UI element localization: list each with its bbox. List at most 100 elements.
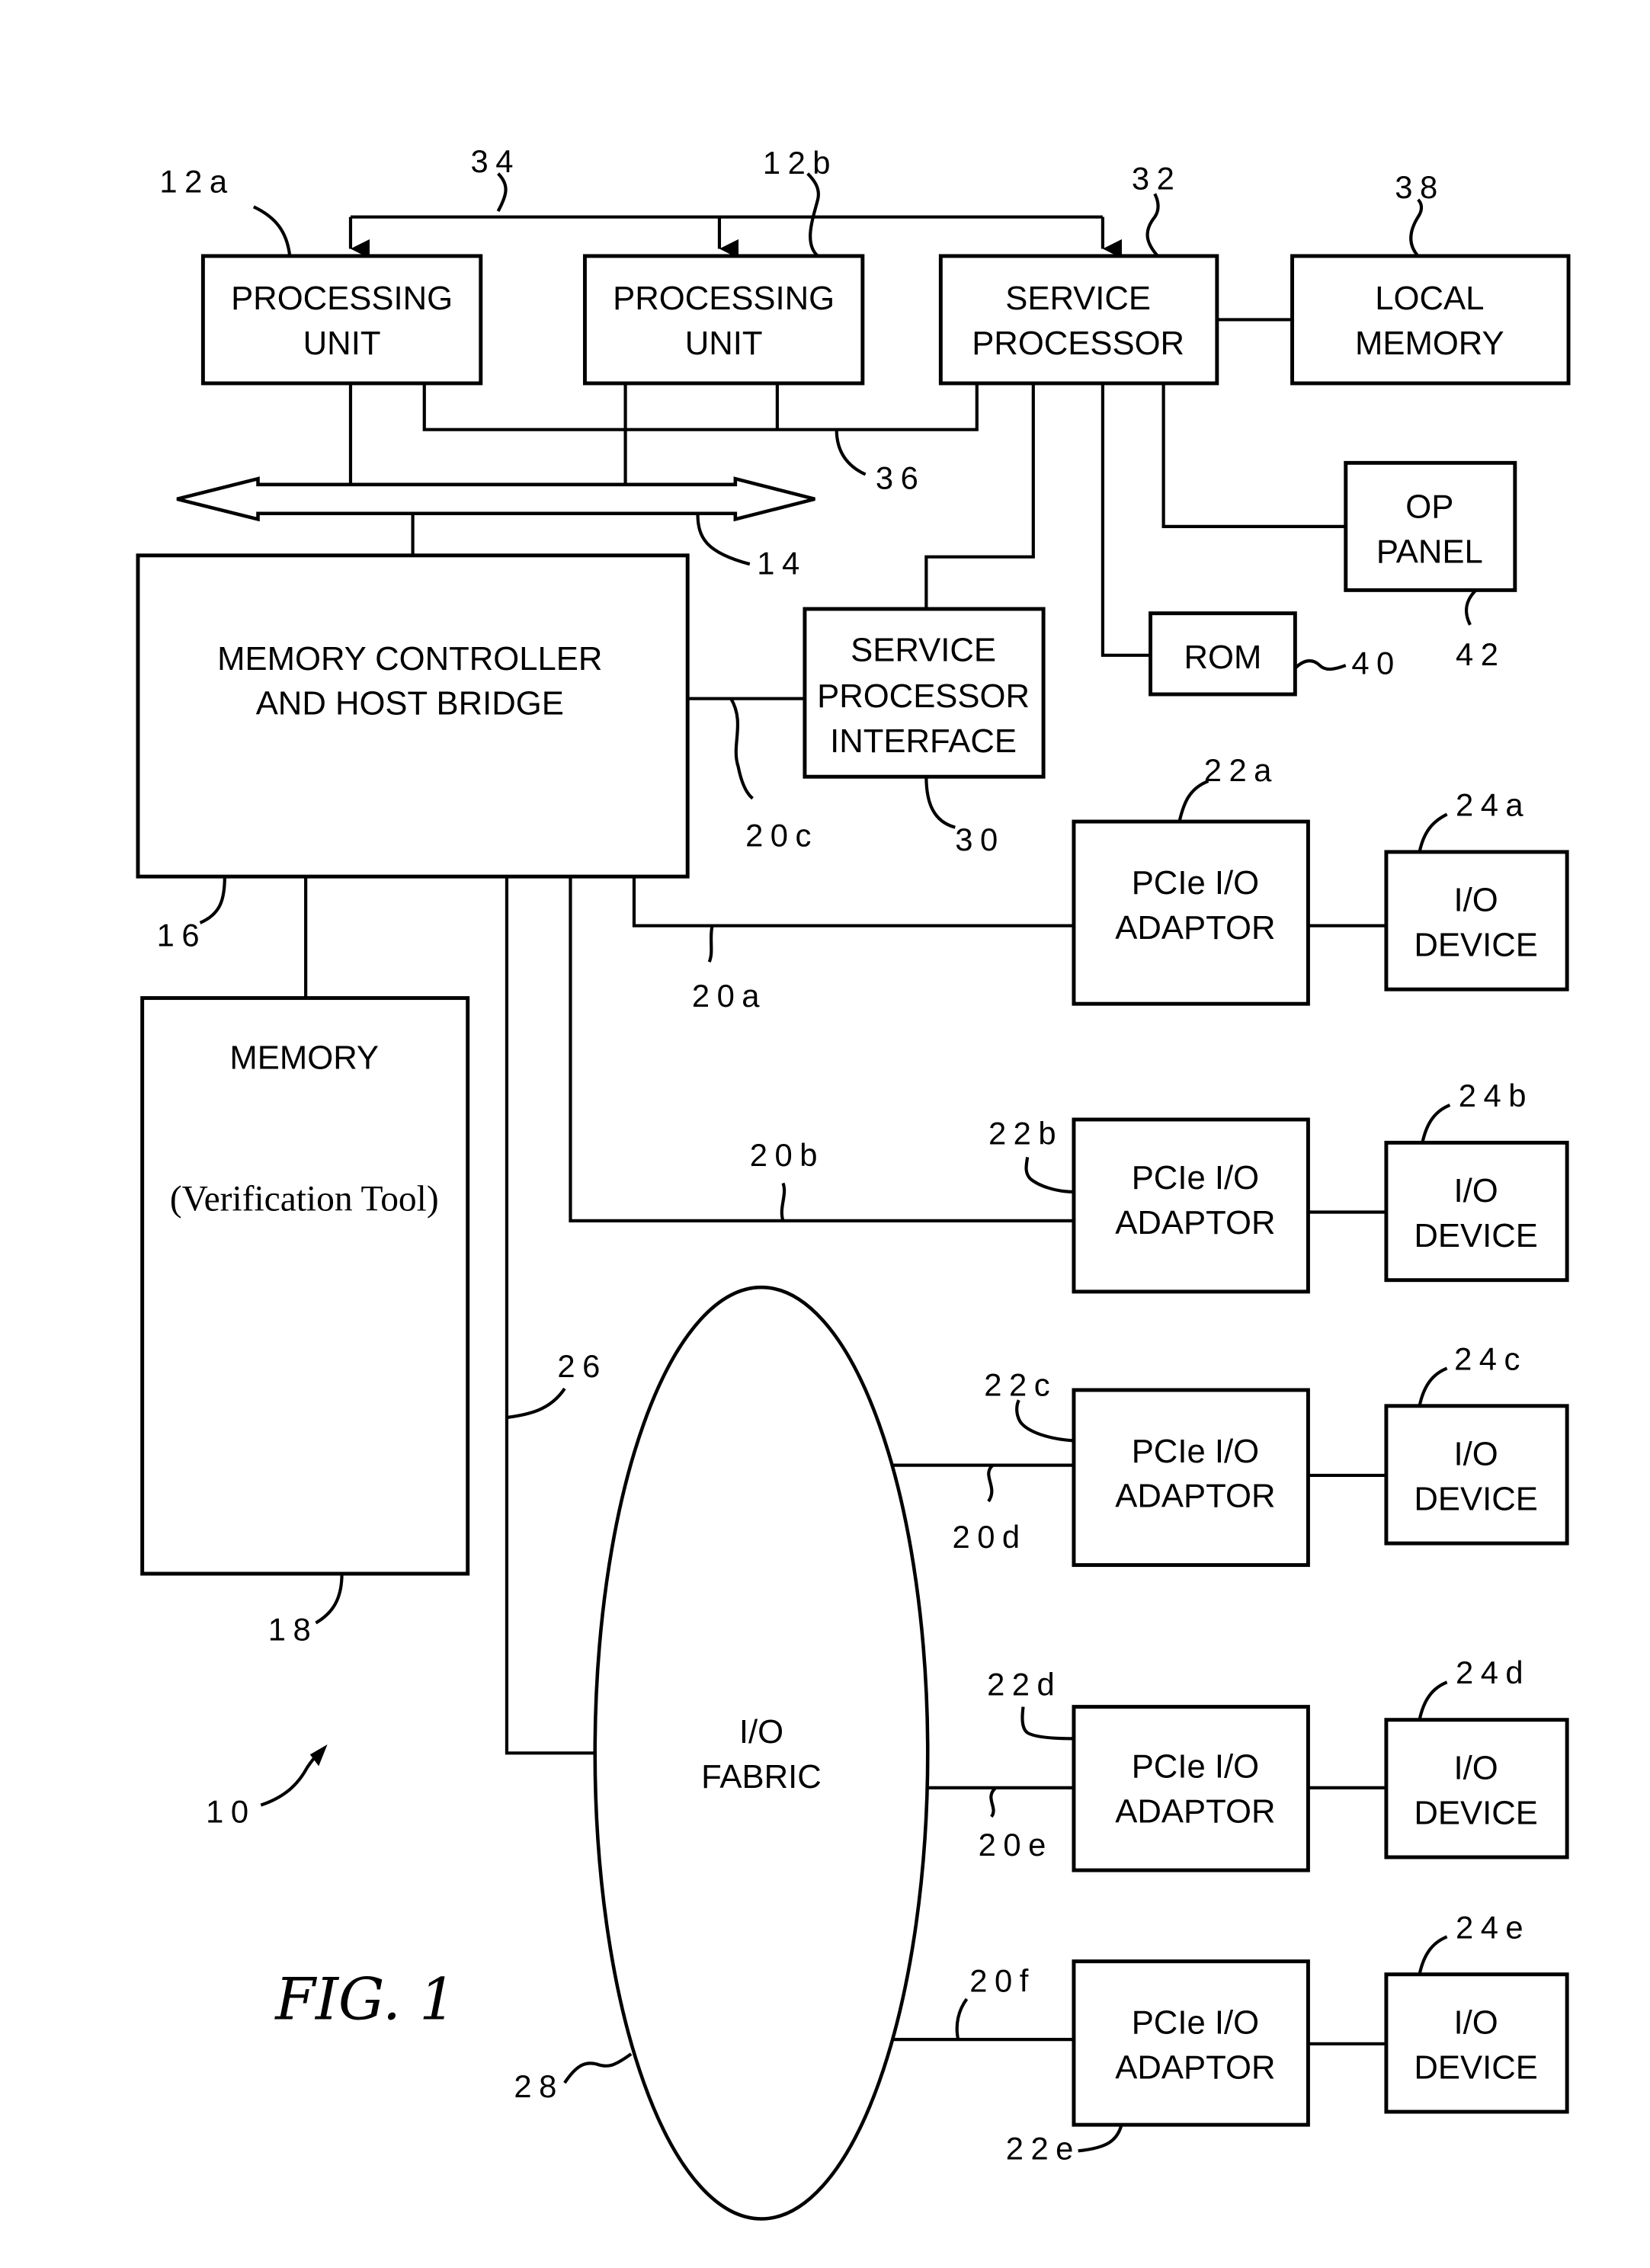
pcie-adaptor-22b[interactable]: PCIe I/O ADAPTOR 22b: [988, 1115, 1310, 1294]
link-20d: 20d: [892, 1463, 1074, 1555]
spi-line3: INTERFACE: [830, 722, 1017, 760]
memory-controller-host-bridge[interactable]: MEMORY CONTROLLER AND HOST BRIDGE 16: [136, 553, 690, 953]
ref-36: 36: [876, 460, 925, 496]
pu-a-line2: UNIT: [303, 325, 381, 362]
ref-26: 26: [557, 1348, 607, 1384]
ref-24b: 24b: [1459, 1078, 1533, 1113]
ref-14: 14: [757, 545, 806, 581]
io-device-24d[interactable]: I/O DEVICE 24d: [1384, 1655, 1569, 1860]
ref-20c: 20c: [745, 817, 819, 853]
adaptor-a-line1: PCIe I/O: [1132, 864, 1259, 902]
ref-20e: 20e: [979, 1827, 1053, 1863]
device-e-line2: DEVICE: [1414, 2049, 1537, 2086]
rom-label: ROM: [1184, 639, 1262, 676]
adaptor-c-line2: ADAPTOR: [1115, 1478, 1275, 1515]
adaptor-d-line1: PCIe I/O: [1132, 1748, 1259, 1786]
ref-20b: 20b: [750, 1137, 825, 1173]
ref-24e: 24e: [1456, 1909, 1530, 1945]
ref-20a: 20a: [692, 978, 767, 1014]
spi-line1: SERVICE: [851, 631, 996, 668]
adaptor-d-line2: ADAPTOR: [1115, 1792, 1275, 1830]
ref-12a: 12a: [159, 163, 234, 199]
ref-28: 28: [514, 2068, 563, 2104]
op-panel[interactable]: OP PANEL 42: [1344, 460, 1517, 672]
op-panel-line1: OP: [1405, 488, 1453, 525]
adaptor-b-line1: PCIe I/O: [1132, 1159, 1259, 1196]
op-panel-line2: PANEL: [1376, 533, 1483, 570]
ref-10: 10: [206, 1793, 255, 1829]
pcie-adaptor-22a[interactable]: PCIe I/O ADAPTOR 22a: [1072, 752, 1310, 1006]
ref-22e: 22e: [1006, 2131, 1081, 2167]
adaptor-row-c: PCIe I/O ADAPTOR 22c I/O DEVICE 24c: [984, 1341, 1569, 1568]
ref-22b: 22b: [988, 1115, 1063, 1151]
ref-30: 30: [955, 822, 1004, 857]
ref-22a: 22a: [1204, 752, 1279, 788]
ref-20f: 20f: [969, 1962, 1036, 1998]
ref-32: 32: [1132, 161, 1181, 197]
io-fabric-line1: I/O: [739, 1713, 783, 1751]
adaptor-c-line1: PCIe I/O: [1132, 1433, 1259, 1470]
device-d-line1: I/O: [1453, 1749, 1498, 1786]
device-a-line1: I/O: [1453, 882, 1498, 919]
adaptor-e-line1: PCIe I/O: [1132, 2004, 1259, 2042]
ref-22c: 22c: [984, 1367, 1057, 1403]
io-device-24a[interactable]: I/O DEVICE 24a: [1384, 786, 1569, 991]
local-memory-line2: MEMORY: [1355, 325, 1504, 362]
adaptor-row-d: PCIe I/O ADAPTOR 22d I/O DEVICE 24d: [987, 1655, 1569, 1872]
io-device-24c[interactable]: I/O DEVICE 24c: [1384, 1341, 1569, 1546]
link-20b: 20b: [569, 876, 1074, 1222]
verification-tool-label: (Verification Tool): [170, 1180, 439, 1219]
device-c-line1: I/O: [1453, 1436, 1498, 1473]
local-memory[interactable]: LOCAL MEMORY 38: [1290, 169, 1571, 386]
local-memory-line1: LOCAL: [1375, 280, 1484, 317]
sp-to-rom-link: [1101, 383, 1151, 657]
link-36: 36: [422, 383, 979, 496]
processing-unit-b[interactable]: PROCESSING UNIT 12b: [582, 145, 865, 386]
ref-42: 42: [1456, 636, 1505, 672]
io-device-24b[interactable]: I/O DEVICE 24b: [1384, 1078, 1569, 1283]
pcie-adaptor-22e[interactable]: PCIe I/O ADAPTOR 22e: [1006, 1959, 1310, 2167]
rom[interactable]: ROM 40: [1149, 611, 1402, 697]
device-e-line1: I/O: [1453, 2004, 1498, 2042]
ref-24a: 24a: [1456, 786, 1530, 822]
ref-10-arrowhead-icon: [309, 1744, 328, 1767]
bus-double-arrow: [176, 476, 815, 522]
pu-b-line1: PROCESSING: [613, 280, 835, 317]
adaptor-row-a: PCIe I/O ADAPTOR 22a I/O DEVICE 24a: [1072, 752, 1569, 1006]
figure-label: FIG. 1: [274, 1966, 456, 2033]
ref-12b: 12b: [763, 145, 838, 181]
ref-16: 16: [157, 917, 207, 953]
adaptor-row-b: PCIe I/O ADAPTOR 22b I/O DEVICE 24b: [988, 1078, 1569, 1294]
device-a-line2: DEVICE: [1414, 927, 1537, 964]
ref-20d: 20d: [953, 1519, 1027, 1555]
ref-34: 34: [470, 143, 520, 179]
ref-24d: 24d: [1456, 1655, 1530, 1690]
adaptor-row-e: PCIe I/O ADAPTOR 22e I/O DEVICE 24e: [1006, 1909, 1569, 2167]
mch-line2: AND HOST BRIDGE: [256, 685, 564, 722]
adaptor-b-line2: ADAPTOR: [1115, 1204, 1275, 1241]
device-c-line2: DEVICE: [1414, 1480, 1537, 1517]
service-processor[interactable]: SERVICE PROCESSOR 32: [938, 161, 1219, 386]
system-ref-10: 10: [206, 1744, 328, 1829]
adaptor-e-line2: ADAPTOR: [1115, 2049, 1275, 2086]
ref-22d: 22d: [987, 1666, 1062, 1702]
service-processor-interface[interactable]: SERVICE PROCESSOR INTERFACE 30: [803, 607, 1046, 857]
ref-38: 38: [1395, 169, 1444, 205]
ref-24c: 24c: [1454, 1341, 1527, 1376]
system-block-diagram: 34 PROCESSING UNIT 12a PROCESSING UNIT 1…: [136, 143, 1571, 2221]
sp-line1: SERVICE: [1005, 280, 1151, 317]
adaptor-a-line2: ADAPTOR: [1115, 909, 1275, 947]
io-device-24e[interactable]: I/O DEVICE 24e: [1384, 1909, 1569, 2114]
ref-40: 40: [1351, 645, 1401, 681]
pu-b-line2: UNIT: [685, 325, 763, 362]
io-fabric-line2: FABRIC: [701, 1758, 822, 1796]
link-20e: 20e: [926, 1786, 1074, 1863]
link-26: 26: [505, 876, 607, 1755]
system-bus-14: 14: [176, 383, 815, 581]
memory-label: MEMORY: [229, 1040, 379, 1077]
sp-to-op-panel-link: [1161, 383, 1346, 528]
device-d-line2: DEVICE: [1414, 1794, 1537, 1831]
memory[interactable]: MEMORY (Verification Tool) 18: [140, 996, 470, 1648]
pu-a-line1: PROCESSING: [231, 280, 453, 317]
processing-unit-a[interactable]: PROCESSING UNIT 12a: [159, 163, 483, 386]
